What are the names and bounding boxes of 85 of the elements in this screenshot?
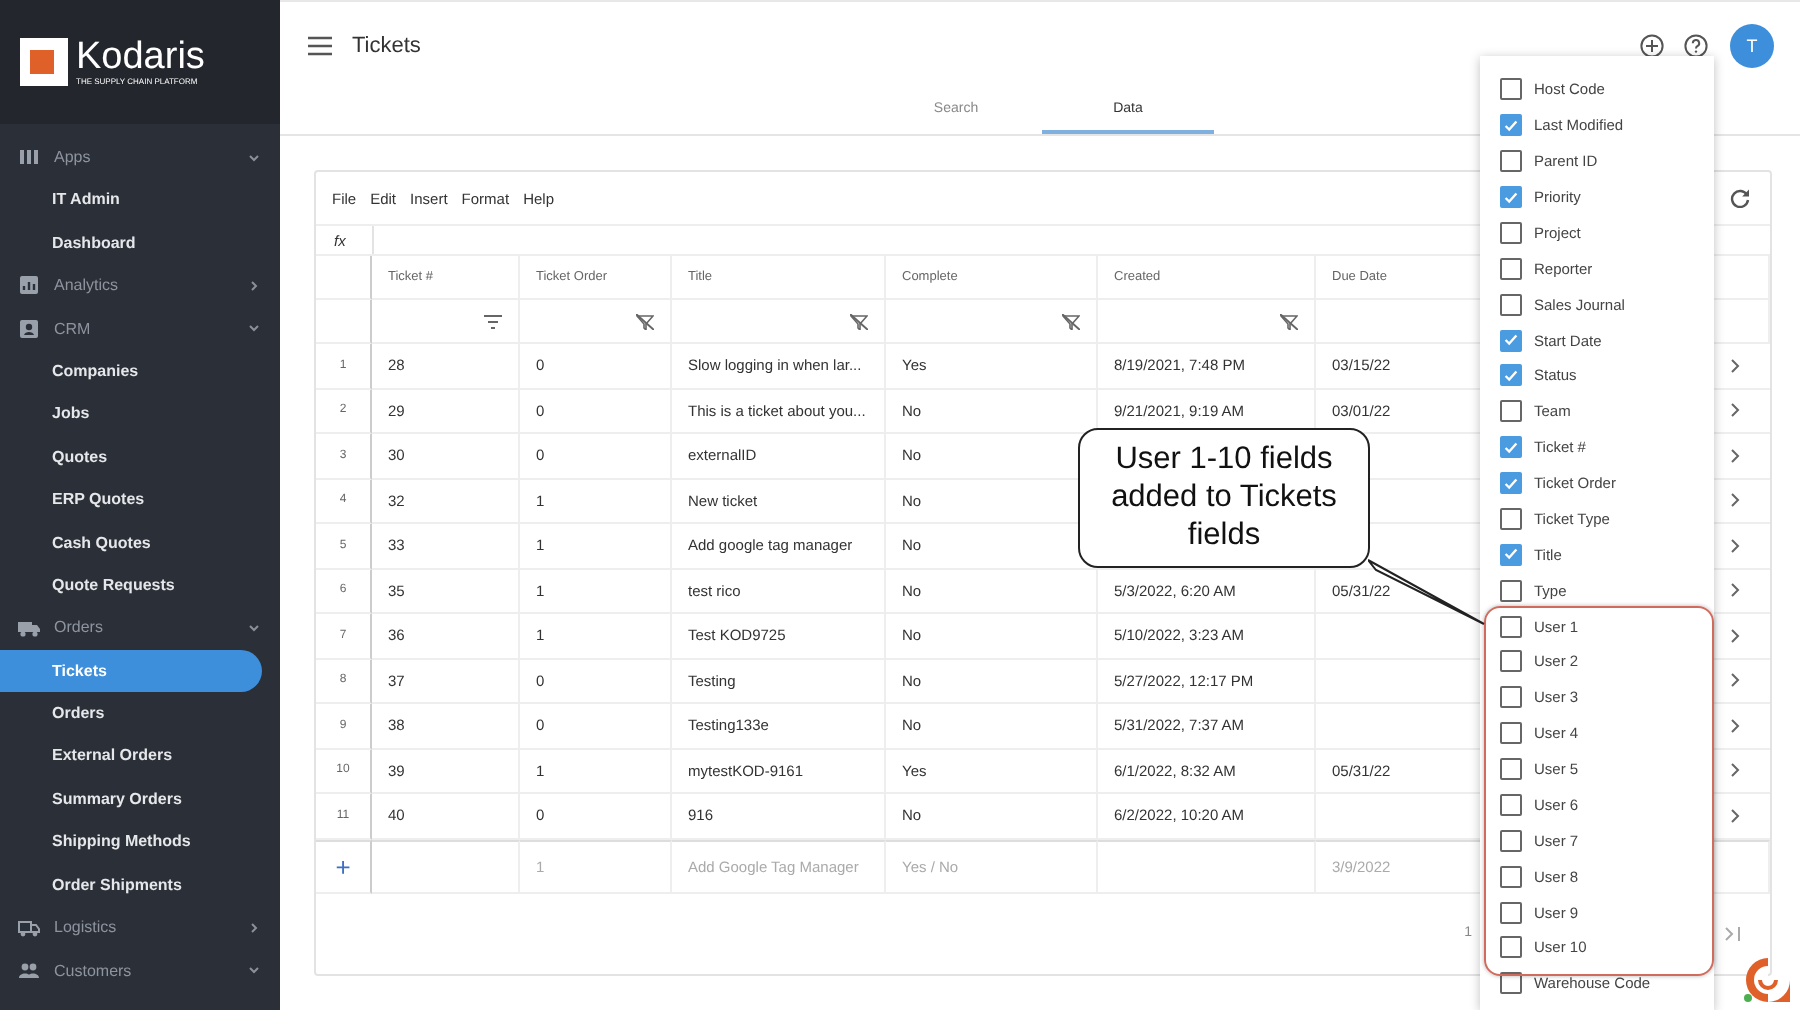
truck-icon [18,916,40,939]
checkbox[interactable] [1500,364,1522,387]
people-icon [18,959,40,982]
checkbox[interactable] [1500,865,1522,888]
sidebar-item[interactable]: ERP Quotes [0,478,262,522]
checkbox[interactable] [1500,472,1522,495]
checkbox[interactable] [1500,150,1522,173]
sidebar-item[interactable]: Summary Orders [0,777,262,821]
chevron-right-icon[interactable] [1730,357,1740,374]
checkbox[interactable] [1500,722,1522,745]
sidebar-item[interactable]: IT Admin [0,178,262,222]
filter-off-icon[interactable] [850,313,868,329]
sidebar-section[interactable]: CRM [0,307,280,350]
sidebar-section[interactable]: Orders [0,606,280,650]
chevron-right-icon[interactable] [1730,402,1740,419]
checkbox[interactable] [1500,650,1522,673]
page-title: Tickets [352,34,421,58]
add-icon[interactable] [1640,34,1664,58]
checkbox[interactable] [1500,615,1522,638]
menu-icon[interactable] [308,36,332,56]
sidebar-item[interactable]: Order Shipments [0,863,262,907]
chart-icon [18,274,40,297]
checkbox[interactable] [1500,972,1522,995]
sidebar-item[interactable]: Quote Requests [0,563,262,607]
sidebar-item[interactable]: Tickets [0,649,262,693]
checkbox[interactable] [1500,901,1522,924]
sidebar-section[interactable]: Customers [0,948,280,992]
chevron-right-icon[interactable] [1730,717,1740,734]
sidebar-item[interactable]: Cash Quotes [0,521,262,564]
filter-off-icon[interactable] [1062,313,1080,329]
help-icon[interactable] [1684,34,1708,58]
id-card-icon [18,317,40,340]
chevron-right-icon[interactable] [1730,627,1740,644]
checkbox[interactable] [1500,221,1522,244]
filter-off-icon[interactable] [1280,313,1298,329]
section-label: Analytics [54,276,121,295]
checkbox[interactable] [1500,793,1522,816]
section-label: Customers [54,961,134,980]
section-label: Apps [54,148,93,167]
section-label: Logistics [54,918,119,937]
section-label: Orders [54,618,105,637]
callout: User 1-10 fields added to Tickets fields [1078,428,1370,568]
table-cell [316,256,372,300]
chevron-right-icon[interactable] [1730,537,1740,554]
sidebar-item[interactable]: Dashboard [0,221,262,265]
filter-off-icon[interactable] [636,313,654,329]
checkbox[interactable] [1500,436,1522,459]
checkbox[interactable] [1500,293,1522,316]
checkbox[interactable] [1500,686,1522,709]
sidebar-item[interactable]: Companies [0,349,262,393]
chevron-right-icon[interactable] [1730,447,1740,464]
checkbox[interactable] [1500,936,1522,959]
checkbox[interactable] [1500,78,1522,101]
checkbox[interactable] [1500,829,1522,852]
brand-name: Kodaris [76,38,205,76]
checkbox[interactable] [1500,329,1522,352]
checkbox[interactable] [1500,758,1522,781]
chevron-right-icon[interactable] [1730,492,1740,509]
sidebar-item[interactable]: External Orders [0,734,262,778]
checkbox[interactable] [1500,507,1522,530]
sidebar-item[interactable]: Quotes [0,435,262,479]
avatar[interactable]: T [1730,24,1774,68]
grid-icon [18,146,40,169]
checkbox[interactable] [1500,186,1522,209]
filter-icon[interactable] [484,313,502,329]
add-row-button[interactable]: + [335,851,351,881]
checkbox[interactable] [1500,543,1522,566]
sidebar-item[interactable]: Jobs [0,392,262,436]
checkbox[interactable] [1500,400,1522,423]
sidebar-section[interactable]: Analytics [0,264,280,308]
chevron-right-icon[interactable] [1730,762,1740,779]
sidebar-item[interactable]: Orders [0,692,262,735]
chevron-right-icon[interactable] [1730,582,1740,599]
table-cell [316,300,372,344]
sidebar-section[interactable]: Logistics [0,906,280,949]
chevron-right-icon[interactable] [1730,807,1740,824]
sidebar-item[interactable]: Shipping Methods [0,820,262,864]
truck-icon [18,616,40,639]
refresh-icon[interactable] [1730,188,1750,208]
chevron-right-icon[interactable] [1730,672,1740,689]
checkbox[interactable] [1500,114,1522,137]
section-label: CRM [54,319,93,338]
checkbox[interactable] [1500,579,1522,602]
sidebar-section[interactable]: Apps [0,136,280,179]
checkbox[interactable] [1500,257,1522,280]
